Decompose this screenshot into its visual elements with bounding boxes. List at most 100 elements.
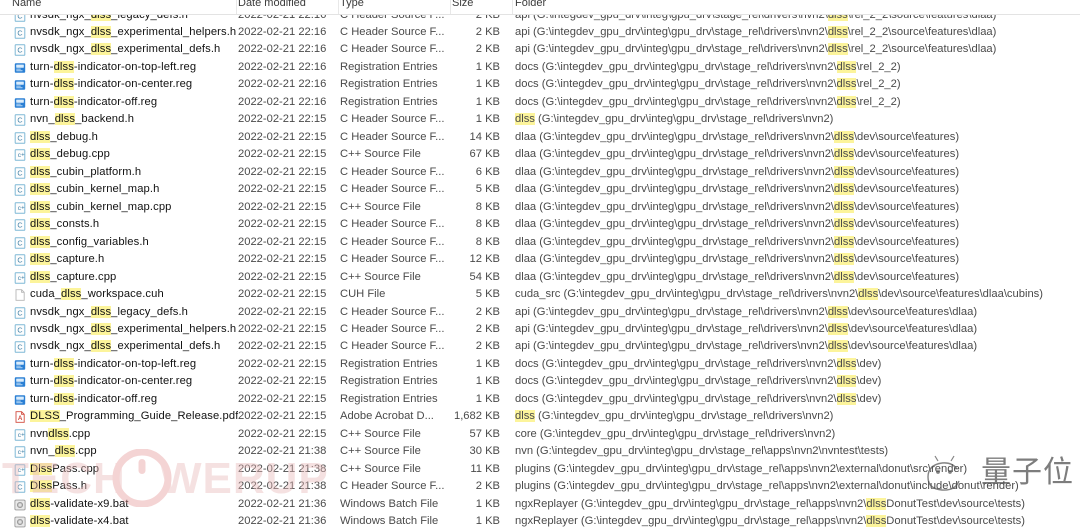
column-header-type[interactable]: Type — [340, 0, 364, 9]
column-header-size[interactable]: Size — [452, 0, 473, 9]
cell-file-size: 1 KB — [475, 497, 500, 510]
cell-file-size: 1 KB — [475, 78, 500, 91]
table-row[interactable]: C DlssPass.h 2022-02-21 21:38 C Header Sour… — [0, 478, 1080, 495]
table-row[interactable]: Cnvsdk_ngx_dlss_experimental_helpers.h 20… — [0, 24, 1080, 41]
cell-file-size: 2 KB — [475, 43, 500, 56]
cell-file-name: turn-dlss-indicator-off.reg — [30, 392, 158, 405]
table-row[interactable]: turn-dlss-indicator-on-top-left.reg 2022-… — [0, 59, 1080, 76]
cell-folder-path: api (G:\integdev_gpu_drv\integ\gpu_drv\s… — [515, 340, 978, 353]
cell-folder-path: dlaa (G:\integdev_gpu_drv\integ\gpu_drv\… — [515, 165, 960, 178]
cell-file-type: Registration Entries — [340, 78, 438, 91]
cell-folder-path: docs (G:\integdev_gpu_drv\integ\gpu_drv\… — [515, 375, 882, 388]
cell-file-type: C Header Source F... — [340, 218, 445, 231]
cell-folder-path: plugins (G:\integdev_gpu_drv\integ\gpu_d… — [515, 462, 968, 475]
cell-date-modified: 2022-02-21 22:15 — [238, 218, 327, 231]
cell-file-size: 8 KB — [475, 200, 500, 213]
file-explorer-results-list[interactable]: Name Date modified Type Size Folder Cnvs… — [0, 0, 1080, 528]
table-row[interactable]: Cnvsdk_ngx_dlss_experimental_defs.h 2022-… — [0, 41, 1080, 58]
cell-date-modified: 2022-02-21 21:38 — [238, 445, 327, 458]
table-row[interactable]: turn-dlss-indicator-on-top-left.reg 2022-… — [0, 356, 1080, 373]
table-row[interactable]: A DLSS_Programming_Guide_Release.pdf 2022-… — [0, 408, 1080, 425]
cell-date-modified: 2022-02-21 22:15 — [238, 427, 327, 440]
table-row[interactable]: turn-dlss-indicator-off.reg 2022-02-21 22… — [0, 391, 1080, 408]
cell-file-name: turn-dlss-indicator-off.reg — [30, 95, 158, 108]
cell-date-modified: 2022-02-21 22:16 — [238, 43, 327, 56]
cell-folder-path: api (G:\integdev_gpu_drv\integ\gpu_drv\s… — [515, 15, 996, 22]
cell-file-size: 1 KB — [475, 392, 500, 405]
column-header-folder[interactable]: Folder — [515, 0, 546, 9]
table-row[interactable]: c + dlss_debug.cpp 2022-02-21 22:15 C++ Sour… — [0, 146, 1080, 163]
cell-file-type: Registration Entries — [340, 357, 438, 370]
table-row[interactable]: c + DlssPass.cpp 2022-02-21 21:38 C++ Source… — [0, 461, 1080, 478]
table-row[interactable]: Cdlss_consts.h 2022-02-21 22:15 C Header S… — [0, 216, 1080, 233]
cell-file-type: Registration Entries — [340, 392, 438, 405]
table-row[interactable]: c + dlss_cubin_kernel_map.cpp 2022-02-21 22… — [0, 199, 1080, 216]
cell-file-size: 8 KB — [475, 235, 500, 248]
cell-file-type: C Header Source F... — [340, 113, 445, 126]
cell-folder-path: api (G:\integdev_gpu_drv\integ\gpu_drv\s… — [515, 305, 978, 318]
cpp-source-file-icon: c + — [14, 271, 26, 284]
cell-file-type: Registration Entries — [340, 95, 438, 108]
cell-folder-path: dlaa (G:\integdev_gpu_drv\integ\gpu_drv\… — [515, 148, 960, 161]
cell-date-modified: 2022-02-21 22:15 — [238, 113, 327, 126]
cell-file-name: dlss_debug.cpp — [30, 148, 110, 161]
cell-file-name: dlss_consts.h — [30, 218, 100, 231]
cell-file-name: dlss_capture.cpp — [30, 270, 117, 283]
cell-folder-path: dlss (G:\integdev_gpu_drv\integ\gpu_drv\… — [515, 113, 834, 126]
cell-folder-path: dlaa (G:\integdev_gpu_drv\integ\gpu_drv\… — [515, 218, 960, 231]
table-row[interactable]: Cnvsdk_ngx_dlss_experimental_helpers.h 20… — [0, 321, 1080, 338]
table-row[interactable]: dlss-validate-x4.bat 2022-02-21 21:36 Wind… — [0, 513, 1080, 530]
c-header-file-icon: C — [14, 341, 26, 354]
registry-file-icon — [14, 62, 26, 74]
cell-file-type: C Header Source F... — [340, 15, 445, 21]
c-header-file-icon: C — [14, 306, 26, 319]
table-row[interactable]: Cdlss_cubin_platform.h 2022-02-21 22:15 C … — [0, 164, 1080, 181]
table-row[interactable]: Cnvsdk_ngx_dlss_experimental_defs.h 2022-… — [0, 338, 1080, 355]
cell-folder-path: dlaa (G:\integdev_gpu_drv\integ\gpu_drv\… — [515, 130, 960, 143]
cell-file-name: dlss-validate-x9.bat — [30, 497, 129, 510]
cell-file-size: 1 KB — [475, 95, 500, 108]
cell-folder-path: docs (G:\integdev_gpu_drv\integ\gpu_drv\… — [515, 95, 901, 108]
table-row[interactable]: turn-dlss-indicator-on-center.reg 2022-02… — [0, 373, 1080, 390]
svg-text:C: C — [17, 28, 22, 37]
cell-date-modified: 2022-02-21 22:15 — [238, 322, 327, 335]
table-row[interactable]: cuda_dlss_workspace.cuh 2022-02-21 22:15 C… — [0, 286, 1080, 303]
table-row[interactable]: c + nvndlss.cpp 2022-02-21 22:15 C++ Source … — [0, 426, 1080, 443]
table-row[interactable]: Cnvsdk_ngx_dlss_legacy_defs.h 2022-02-21 … — [0, 15, 1080, 24]
svg-text:C: C — [17, 238, 22, 247]
table-row[interactable]: dlss-validate-x9.bat 2022-02-21 21:36 Wind… — [0, 496, 1080, 513]
table-row[interactable]: Cnvsdk_ngx_dlss_legacy_defs.h 2022-02-21 … — [0, 304, 1080, 321]
cell-file-size: 1,682 KB — [453, 410, 500, 423]
table-row[interactable]: Cdlss_capture.h 2022-02-21 22:15 C Header … — [0, 251, 1080, 268]
cell-folder-path: docs (G:\integdev_gpu_drv\integ\gpu_drv\… — [515, 78, 901, 91]
table-row[interactable]: Cdlss_debug.h 2022-02-21 22:15 C Header So… — [0, 129, 1080, 146]
column-header-date[interactable]: Date modified — [238, 0, 306, 9]
cell-file-size: 1 KB — [475, 60, 500, 73]
table-row[interactable]: turn-dlss-indicator-off.reg 2022-02-21 22… — [0, 94, 1080, 111]
registry-file-icon — [14, 376, 26, 388]
table-row[interactable]: Cnvn_dlss_backend.h 2022-02-21 22:15 C Hea… — [0, 111, 1080, 128]
table-row[interactable]: c + dlss_capture.cpp 2022-02-21 22:15 C++ So… — [0, 269, 1080, 286]
table-row[interactable]: c + nvn_dlss.cpp 2022-02-21 21:38 C++ Source… — [0, 443, 1080, 460]
column-header-name[interactable]: Name — [12, 0, 41, 9]
cell-file-size: 14 KB — [469, 130, 500, 143]
blank-file-icon — [14, 289, 26, 301]
cell-folder-path: cuda_src (G:\integdev_gpu_drv\integ\gpu_… — [515, 288, 1044, 301]
cell-file-size: 1 KB — [475, 113, 500, 126]
svg-text:C: C — [17, 133, 22, 142]
c-header-file-icon: C — [14, 184, 26, 197]
cell-date-modified: 2022-02-21 22:15 — [238, 130, 327, 143]
cell-file-type: C++ Source File — [340, 270, 421, 283]
table-row[interactable]: Cdlss_config_variables.h 2022-02-21 22:15… — [0, 234, 1080, 251]
table-row[interactable]: Cdlss_cubin_kernel_map.h 2022-02-21 22:15… — [0, 181, 1080, 198]
svg-text:C: C — [17, 15, 22, 20]
cell-file-type: C Header Source F... — [340, 130, 445, 143]
cell-file-size: 5 KB — [475, 288, 500, 301]
svg-text:C: C — [17, 483, 22, 492]
cell-folder-path: docs (G:\integdev_gpu_drv\integ\gpu_drv\… — [515, 392, 882, 405]
cell-date-modified: 2022-02-21 22:15 — [238, 392, 327, 405]
svg-text:C: C — [17, 221, 22, 230]
cell-file-type: C++ Source File — [340, 427, 421, 440]
table-row[interactable]: turn-dlss-indicator-on-center.reg 2022-02… — [0, 76, 1080, 93]
cell-file-name: cuda_dlss_workspace.cuh — [30, 288, 164, 301]
